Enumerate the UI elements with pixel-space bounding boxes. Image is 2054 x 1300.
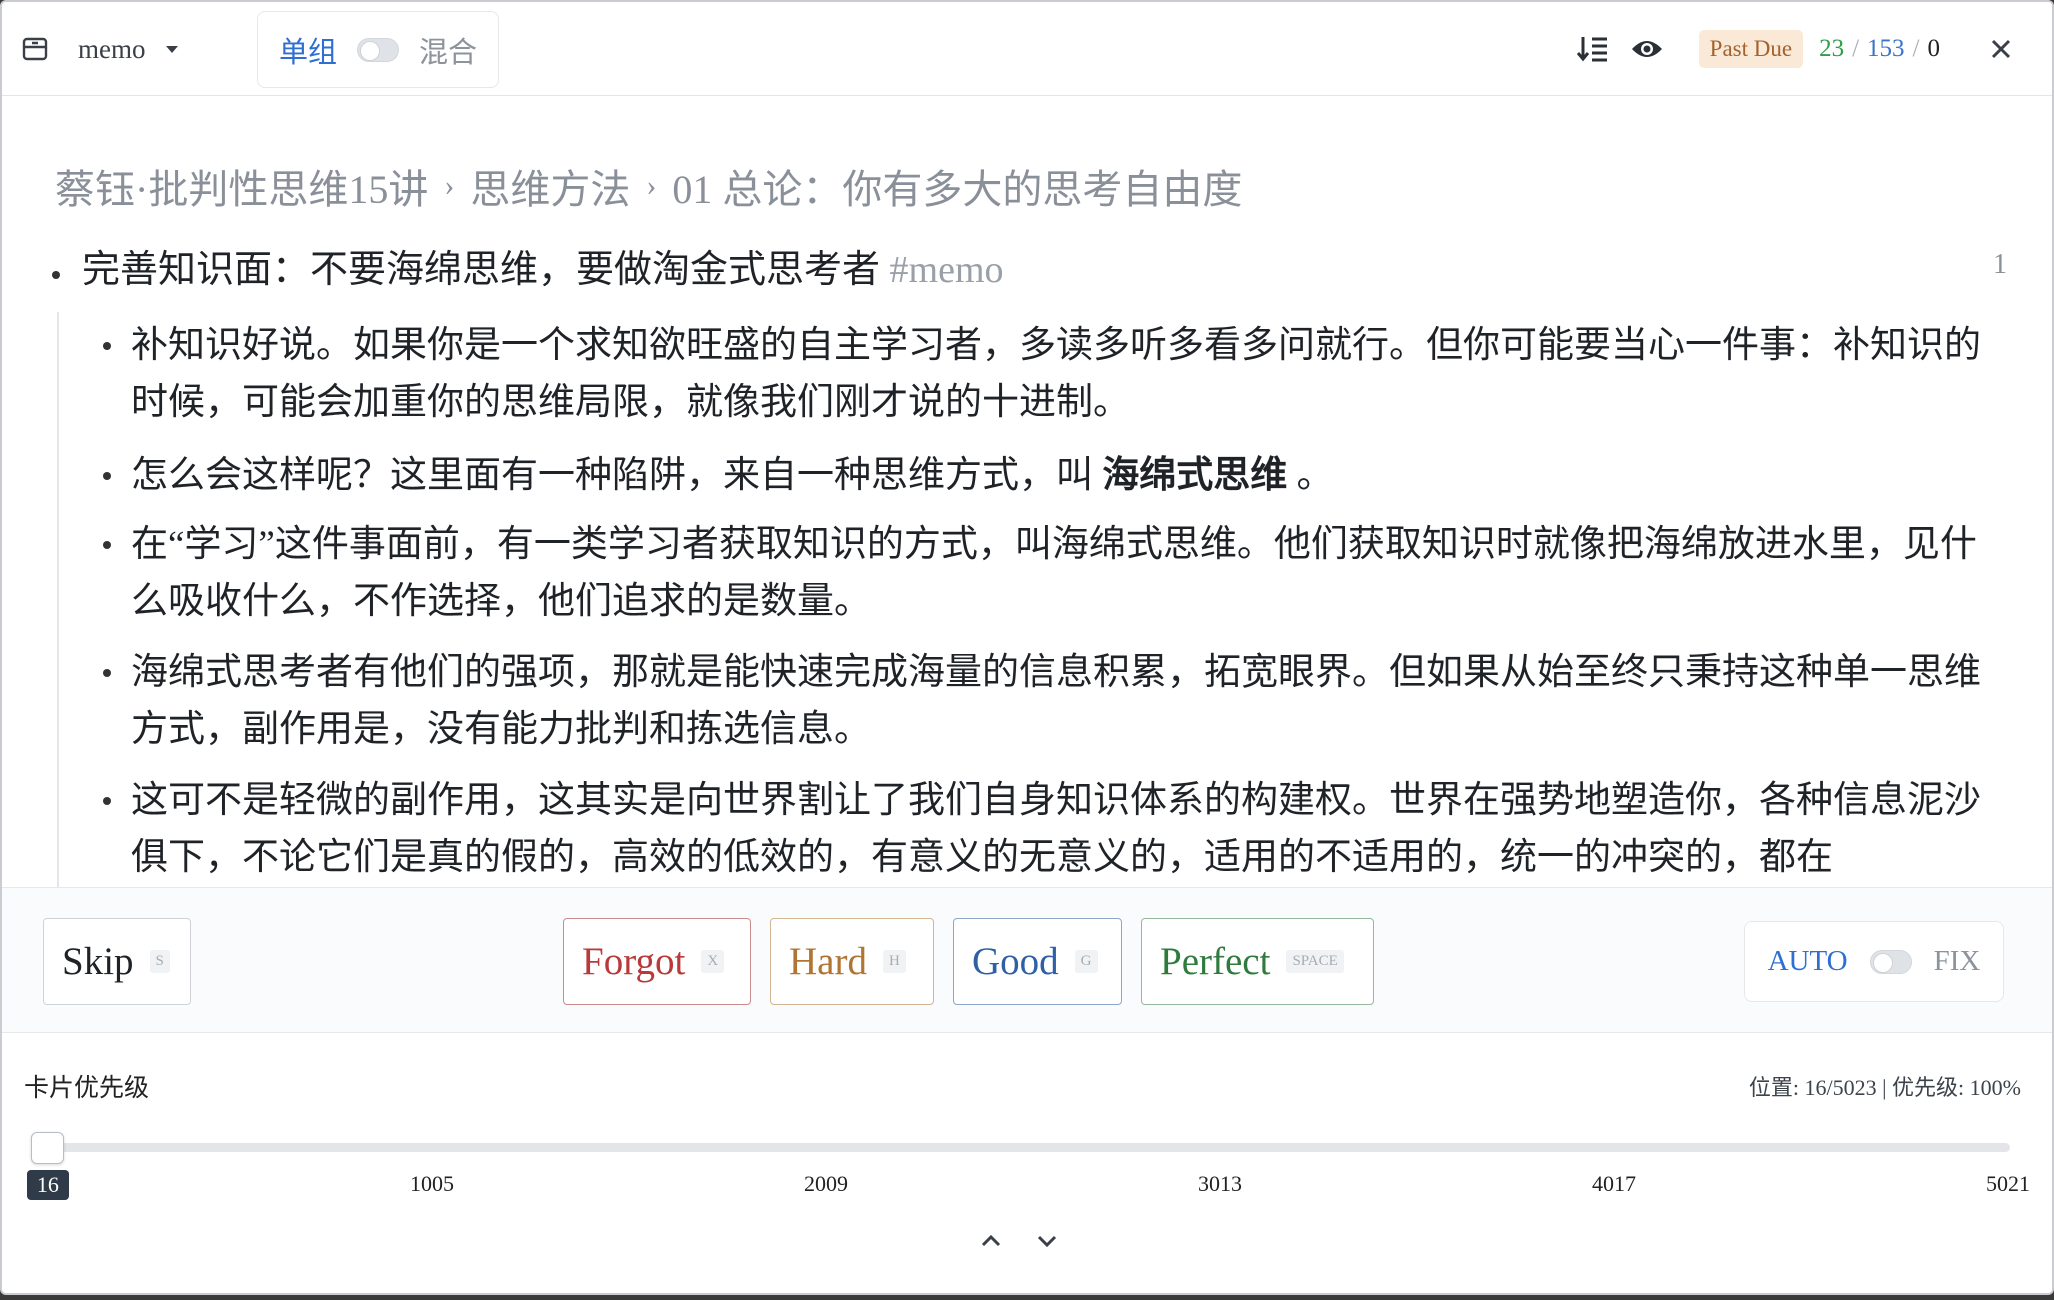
- children-thread-line: [57, 312, 59, 887]
- bullet-icon[interactable]: [103, 541, 111, 549]
- slider-tick-label: 2009: [804, 1171, 848, 1196]
- count-due: 153: [1867, 35, 1905, 62]
- skip-label: Skip: [62, 940, 134, 983]
- chevron-right-icon: ›: [444, 169, 455, 202]
- child-block[interactable]: 怎么会这样呢？这里面有一种陷阱，来自一种思维方式，叫 海绵式思维 。: [131, 447, 1981, 504]
- skip-button[interactable]: Skip S: [43, 918, 191, 1005]
- mode-switch[interactable]: [357, 37, 399, 62]
- child-block[interactable]: 补知识好说。如果你是一个求知欲旺盛的自主学习者，多读多听多看多问就行。但你可能要…: [131, 317, 1981, 431]
- bold-term: 海绵式思维: [1102, 455, 1288, 496]
- close-icon[interactable]: [1990, 38, 2012, 60]
- priority-info: 位置: 16/5023 | 优先级: 100%: [1748, 1075, 2021, 1100]
- archive-icon: [22, 36, 48, 62]
- slider-tick-label: 3013: [1198, 1171, 1242, 1196]
- bullet-icon[interactable]: [103, 797, 111, 805]
- child-block-text: 怎么会这样呢？这里面有一种陷阱，来自一种思维方式，叫: [131, 455, 1093, 496]
- breadcrumb-item[interactable]: 思维方法: [470, 157, 630, 215]
- priority-title: 卡片优先级: [24, 1075, 150, 1102]
- root-block-text: 完善知识面：不要海绵思维，要做淘金式思考者: [82, 249, 881, 291]
- slider-tick-label: 5021: [1986, 1171, 2030, 1196]
- slider-tick-label: 4017: [1592, 1171, 1636, 1196]
- hard-button[interactable]: Hard H: [770, 918, 934, 1005]
- sort-icon[interactable]: [1576, 34, 1609, 64]
- perfect-label: Perfect: [1160, 940, 1271, 983]
- fix-label[interactable]: FIX: [1934, 945, 1981, 978]
- forgot-label: Forgot: [582, 940, 686, 983]
- count-separator: /: [1912, 35, 1920, 62]
- bullet-icon[interactable]: [103, 472, 111, 480]
- root-block[interactable]: 完善知识面：不要海绵思维，要做淘金式思考者 #memo: [82, 249, 1004, 291]
- chevron-down-icon[interactable]: [1036, 1234, 1058, 1253]
- chevron-up-icon[interactable]: [980, 1234, 1002, 1253]
- count-done: 0: [1927, 35, 1941, 62]
- priority-slider-handle[interactable]: [31, 1132, 65, 1164]
- past-due-badge: Past Due: [1698, 30, 1804, 68]
- child-block[interactable]: 在“学习”这件事面前，有一类学习者获取知识的方式，叫海绵式思维。他们获取知识时就…: [131, 516, 1981, 630]
- deck-selector[interactable]: memo: [22, 30, 180, 68]
- bullet-icon[interactable]: [52, 271, 60, 279]
- block-ref-count[interactable]: 1: [1993, 249, 2007, 281]
- tag-link[interactable]: #memo: [890, 249, 1004, 291]
- forgot-button[interactable]: Forgot X: [563, 918, 751, 1005]
- breadcrumb: 蔡钰·批判性思维15讲 › 思维方法 › 01 总论：你有多大的思考自由度: [55, 157, 1242, 215]
- chevron-down-icon: [164, 43, 180, 55]
- chevron-right-icon: ›: [646, 169, 657, 202]
- child-block[interactable]: 这可不是轻微的副作用，这其实是向世界割让了我们自身知识体系的构建权。世界在强势地…: [131, 772, 1981, 886]
- card-content: 蔡钰·批判性思维15讲 › 思维方法 › 01 总论：你有多大的思考自由度 完善…: [2, 97, 2052, 887]
- mode-mixed-label[interactable]: 混合: [419, 29, 477, 71]
- priority-slider-value: 16: [26, 1170, 69, 1200]
- header-bar: memo 单组 混合 Past Due 23 / 153 / 0: [2, 2, 2052, 96]
- card-priority-panel: 卡片优先级 位置: 16/5023 | 优先级: 100% 16 1005 20…: [2, 1034, 2052, 1293]
- priority-slider-track[interactable]: [42, 1143, 2010, 1152]
- perfect-button[interactable]: Perfect SPACE: [1141, 918, 1374, 1005]
- auto-label[interactable]: AUTO: [1768, 945, 1848, 978]
- shortcut-hint: H: [882, 950, 906, 973]
- good-button[interactable]: Good G: [953, 918, 1122, 1005]
- mode-single-label[interactable]: 单组: [279, 29, 337, 71]
- review-action-bar: Skip S Forgot X Hard H Good G Perfect SP…: [2, 887, 2052, 1033]
- child-block-text: 。: [1287, 455, 1334, 496]
- auto-switch[interactable]: [1869, 949, 1912, 974]
- shortcut-hint: S: [149, 950, 170, 973]
- review-window: memo 单组 混合 Past Due 23 / 153 / 0 蔡钰·批判性思…: [0, 0, 2054, 1295]
- eye-icon[interactable]: [1631, 38, 1663, 60]
- good-label: Good: [972, 940, 1059, 983]
- bullet-icon[interactable]: [103, 669, 111, 677]
- hard-label: Hard: [789, 940, 867, 983]
- shortcut-hint: SPACE: [1286, 950, 1344, 973]
- count-separator: /: [1852, 35, 1860, 62]
- shortcut-hint: G: [1074, 950, 1098, 973]
- bullet-icon[interactable]: [103, 342, 111, 350]
- child-block[interactable]: 海绵式思考者有他们的强项，那就是能快速完成海量的信息积累，拓宽眼界。但如果从始至…: [131, 644, 1981, 758]
- header-right: Past Due 23 / 153 / 0: [1576, 26, 2012, 72]
- card-counts: 23 / 153 / 0: [1819, 35, 1940, 63]
- navigation-arrows: [980, 1234, 1058, 1253]
- slider-tick-label: 1005: [410, 1171, 454, 1196]
- auto-fix-toggle: AUTO FIX: [1744, 921, 2004, 1002]
- deck-name: memo: [78, 33, 146, 64]
- count-new: 23: [1819, 35, 1845, 62]
- breadcrumb-item[interactable]: 01 总论：你有多大的思考自由度: [672, 157, 1242, 215]
- breadcrumb-item[interactable]: 蔡钰·批判性思维15讲: [55, 157, 428, 215]
- group-mode-toggle: 单组 混合: [257, 11, 499, 88]
- shortcut-hint: X: [701, 950, 725, 973]
